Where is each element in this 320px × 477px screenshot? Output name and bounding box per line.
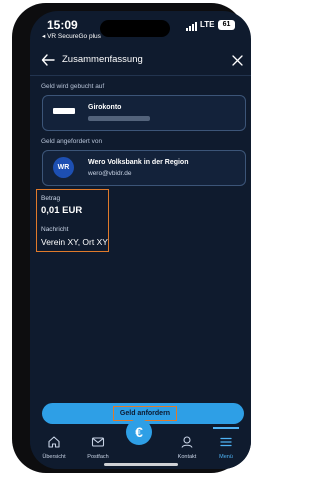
amount-label: Betrag [41, 195, 61, 202]
nav-item-menu[interactable]: Menü [206, 427, 246, 467]
status-time: 15:09 [47, 18, 78, 32]
nav-item-overview[interactable]: Übersicht [34, 427, 74, 467]
app-bar: Zusammenfassung [30, 49, 251, 73]
status-bar: 15:09 ◂ VR SecureGo plus LTE 61 [30, 11, 251, 43]
euro-icon[interactable]: € [126, 419, 152, 445]
home-indicator[interactable] [104, 463, 178, 466]
nav-item-inbox[interactable]: Postfach [78, 427, 118, 467]
requested-label: Geld angefordert von [41, 138, 103, 145]
nav-label-contact: Kontakt [177, 454, 197, 460]
phone-frame: 15:09 ◂ VR SecureGo plus LTE 61 Zusammen… [12, 3, 251, 473]
bank-card-icon [53, 108, 75, 114]
close-icon[interactable] [232, 55, 243, 66]
back-arrow-icon[interactable] [41, 53, 55, 67]
mail-icon [91, 437, 105, 447]
app-screen: 15:09 ◂ VR SecureGo plus LTE 61 Zusammen… [30, 11, 251, 469]
requester-email: wero@vbidr.de [88, 170, 132, 177]
back-to-app-link[interactable]: ◂ VR SecureGo plus [42, 32, 101, 40]
active-tab-indicator [213, 427, 239, 429]
page-title: Zusammenfassung [62, 54, 143, 65]
signal-icon [186, 22, 197, 31]
home-icon [48, 436, 60, 448]
amount-value: 0,01 EUR [41, 205, 83, 216]
message-label: Nachricht [41, 226, 69, 233]
contact-icon [181, 436, 193, 448]
masked-iban [88, 116, 150, 121]
booking-label: Geld wird gebucht auf [41, 83, 105, 90]
requester-card: WR Wero Volksbank in der Region wero@vbi… [42, 150, 246, 186]
network-type: LTE [200, 20, 215, 29]
nav-label-menu: Menü [219, 454, 233, 460]
battery-icon: 61 [218, 20, 235, 30]
nav-label-inbox: Postfach [87, 454, 109, 460]
request-money-label: Geld anfordern [113, 406, 177, 421]
menu-icon [220, 437, 232, 447]
header-divider [30, 75, 251, 76]
nav-item-contact[interactable]: Kontakt [167, 427, 207, 467]
booking-account-card: Girokonto [42, 95, 246, 131]
account-name: Girokonto [88, 104, 122, 111]
dynamic-island [100, 20, 170, 37]
wero-logo-icon: WR [53, 157, 74, 178]
message-value: Verein XY, Ort XY [41, 237, 108, 247]
requester-name: Wero Volksbank in der Region [88, 159, 189, 166]
nav-label-overview: Übersicht [42, 454, 66, 460]
